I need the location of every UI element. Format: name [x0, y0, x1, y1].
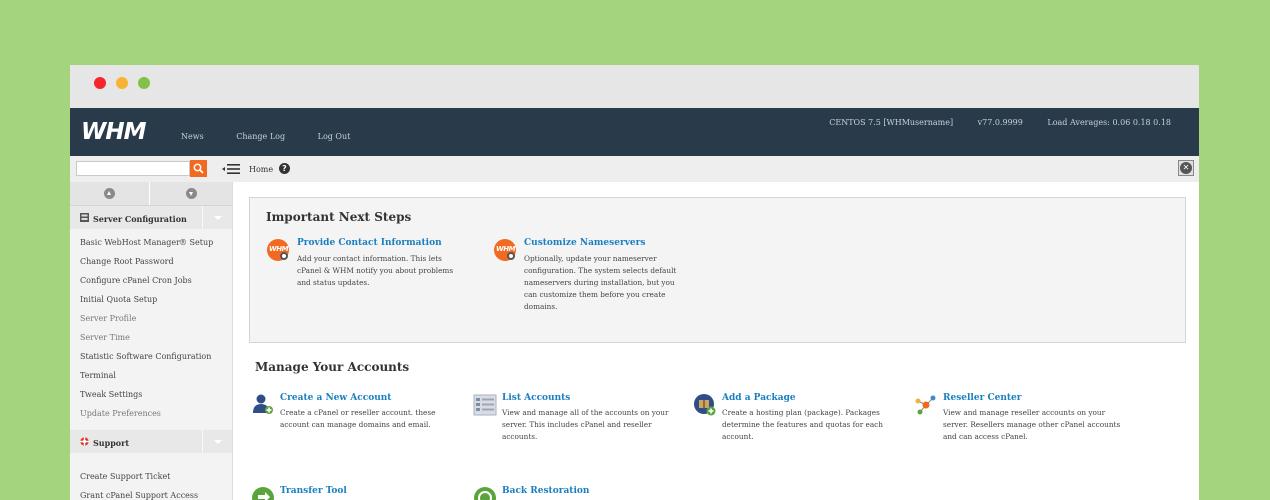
sidebar-item-cron-jobs[interactable]: Configure cPanel Cron Jobs [70, 271, 232, 290]
next-steps-title: Important Next Steps [266, 210, 412, 224]
close-panel-button[interactable]: ✕ [1178, 160, 1194, 176]
expand-all-icon[interactable] [186, 188, 197, 199]
next-steps-panel: Important Next Steps WHM Provide Contact… [249, 197, 1186, 343]
back-restoration-link[interactable]: Back Restoration [502, 486, 589, 496]
contact-info-link[interactable]: Provide Contact Information [297, 238, 442, 248]
whm-gear-icon: WHM [494, 239, 516, 261]
list-accounts-icon [473, 394, 497, 416]
minimize-window-button[interactable] [116, 77, 128, 89]
sidebar-item-update-preferences[interactable]: Update Preferences [70, 404, 232, 423]
manage-accounts-title: Manage Your Accounts [255, 360, 410, 374]
server-os: CENTOS 7.5 [WHMusername] [829, 118, 954, 127]
browser-window: WHM News Change Log Log Out CENTOS 7.5 [… [70, 65, 1199, 500]
sidebar-item-create-support-ticket[interactable]: Create Support Ticket [70, 467, 232, 486]
whm-header: WHM News Change Log Log Out CENTOS 7.5 [… [70, 108, 1199, 156]
close-icon: ✕ [1180, 162, 1192, 174]
add-user-icon [253, 394, 273, 414]
search-button[interactable] [190, 160, 207, 177]
window-titlebar [70, 65, 1199, 108]
server-info: CENTOS 7.5 [WHMusername] v77.0.9999 Load… [807, 118, 1171, 127]
add-package-desc: Create a hosting plan (package). Package… [722, 408, 883, 441]
sidebar-section-label: Server Configuration [93, 214, 187, 224]
search-icon [193, 163, 204, 174]
load-averages: Load Averages: 0.06 0.18 0.18 [1047, 118, 1171, 127]
restore-icon [474, 487, 496, 500]
collapse-all-icon[interactable] [104, 188, 115, 199]
lifebuoy-icon [80, 437, 89, 446]
server-config-list: Basic WebHost Manager ® Setup Change Roo… [70, 229, 232, 423]
help-icon[interactable]: ? [279, 163, 290, 174]
nameservers-desc: Optionally, update your nameserver confi… [524, 254, 677, 311]
collapse-divider [149, 182, 150, 205]
nameservers-link[interactable]: Customize Nameservers [524, 238, 645, 248]
sidebar-section-label: Support [93, 438, 130, 448]
transfer-tool-link[interactable]: Transfer Tool [280, 486, 347, 496]
reseller-icon [915, 395, 936, 415]
sidebar-item-server-profile[interactable]: Server Profile [70, 309, 232, 328]
menu-toggle-icon[interactable] [222, 163, 240, 175]
list-accounts-link[interactable]: List Accounts [502, 393, 570, 403]
server-config-icon [80, 213, 89, 222]
maximize-window-button[interactable] [138, 77, 150, 89]
list-accounts-desc: View and manage all of the accounts on y… [502, 408, 669, 441]
whm-logo[interactable]: WHM [81, 119, 147, 145]
sidebar-item-initial-quota-setup[interactable]: Initial Quota Setup [70, 290, 232, 309]
support-list: Create Support Ticket Grant cPanel Suppo… [70, 453, 232, 500]
sidebar-collapse-controls [70, 182, 232, 206]
breadcrumb-home[interactable]: Home [249, 165, 273, 174]
create-account-desc: Create a cPanel or reseller account. the… [280, 408, 436, 429]
chevron-down-icon[interactable] [202, 430, 232, 453]
server-version: v77.0.9999 [977, 118, 1023, 127]
sidebar-item-tweak-settings[interactable]: Tweak Settings [70, 385, 232, 404]
chevron-down-icon[interactable] [202, 206, 232, 229]
contact-info-desc: Add your contact information. This lets … [297, 254, 454, 287]
transfer-icon [252, 487, 274, 500]
sidebar: Server Configuration Basic WebHost Manag… [70, 182, 233, 500]
setup-badge: ® Setup [179, 238, 214, 247]
toolbar: Home ? ✕ [70, 156, 1199, 183]
sidebar-section-server-configuration[interactable]: Server Configuration [70, 206, 232, 229]
sidebar-item-basic-webhost-manager[interactable]: Basic WebHost Manager ® Setup [70, 233, 232, 252]
sidebar-section-support[interactable]: Support [70, 430, 232, 453]
sidebar-item-terminal[interactable]: Terminal [70, 366, 232, 385]
nav-changelog-link[interactable]: Change Log [236, 132, 285, 141]
nav-logout-link[interactable]: Log Out [318, 132, 351, 141]
whm-gear-icon: WHM [267, 239, 289, 261]
sidebar-item-grant-support-access[interactable]: Grant cPanel Support Access [70, 486, 232, 500]
package-icon [694, 394, 716, 416]
close-window-button[interactable] [94, 77, 106, 89]
reseller-center-desc: View and manage reseller accounts on you… [943, 408, 1121, 441]
reseller-center-link[interactable]: Reseller Center [943, 393, 1022, 403]
nav-news-link[interactable]: News [181, 132, 204, 141]
sidebar-item-statistic-software[interactable]: Statistic Software Configuration [70, 347, 232, 366]
sidebar-item-server-time[interactable]: Server Time [70, 328, 232, 347]
sidebar-item-change-root-password[interactable]: Change Root Password [70, 252, 232, 271]
main-content: Important Next Steps WHM Provide Contact… [233, 182, 1199, 500]
top-nav: News Change Log Log Out [181, 132, 380, 141]
sidebar-item-label: Basic WebHost Manager [80, 238, 180, 247]
add-package-link[interactable]: Add a Package [722, 393, 796, 403]
create-account-link[interactable]: Create a New Account [280, 393, 391, 403]
search-input[interactable] [76, 161, 190, 176]
